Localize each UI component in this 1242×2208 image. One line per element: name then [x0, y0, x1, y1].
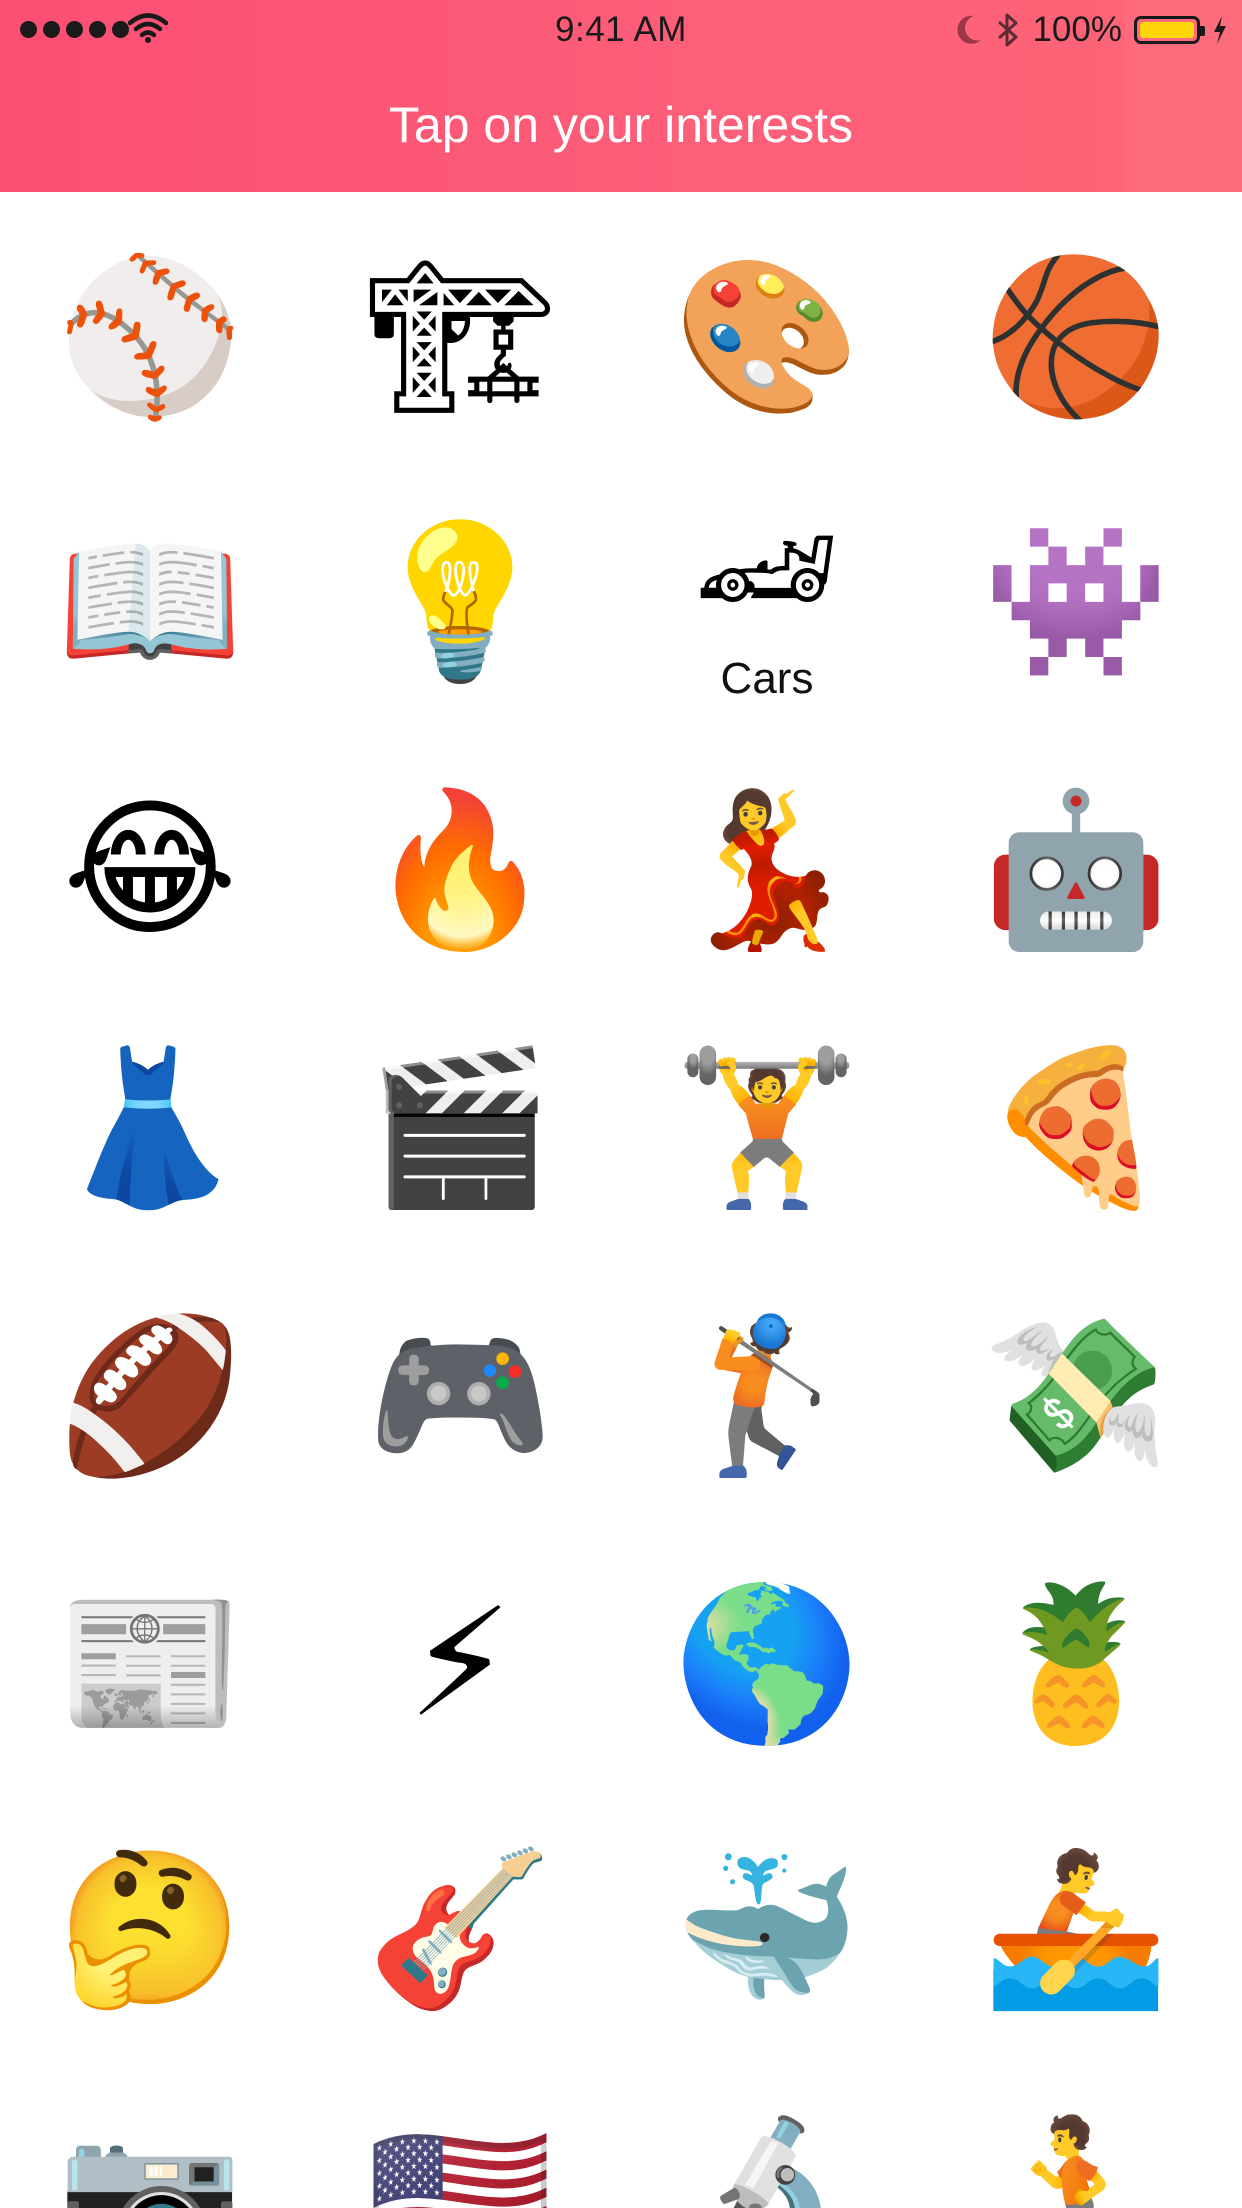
clapperboard-icon: 🎬 — [366, 1041, 554, 1215]
microscope-icon: 🔬 — [673, 2111, 861, 2208]
interest-tile[interactable]: 📰 — [40, 1554, 260, 1774]
interest-tile[interactable]: 🐳 — [657, 1819, 877, 2039]
newspaper-icon: 📰 — [56, 1577, 244, 1751]
interest-tile[interactable]: 📖 — [40, 492, 260, 712]
interest-tile[interactable]: 🏎 Cars — [657, 492, 877, 712]
interest-tile[interactable]: 🔥 — [350, 760, 570, 980]
battery-percentage: 100% — [1032, 10, 1122, 49]
golfer-icon: 🏌 — [673, 1309, 861, 1483]
interest-tile[interactable]: 💸 — [966, 1286, 1186, 1506]
interest-tile[interactable]: 🤖 — [966, 760, 1186, 980]
money-wings-icon: 💸 — [982, 1309, 1170, 1483]
football-icon: 🏈 — [56, 1309, 244, 1483]
interest-tile[interactable]: 🏈 — [40, 1286, 260, 1506]
bluetooth-icon — [998, 13, 1018, 47]
page-title: Tap on your interests — [388, 97, 854, 153]
interest-grid: ⚾ 🏗 🎨 🏀 📖 💡 🏎 Cars 👾 😂 🔥 💃 🤖 👗 🎬 🏋 🍕 🏈 🎮 🏌 💸 📰 ⚡ 🌎 🍍 🤔 🎸 🐳 🚣 📷 🇺🇸 🔬 🏃 — [0, 192, 1242, 2208]
status-bar: 9:41 AM 100% — [0, 0, 1242, 60]
moon-icon — [957, 15, 982, 44]
camera-icon: 📷 — [56, 2111, 244, 2208]
whale-icon: 🐳 — [673, 1842, 861, 2016]
interest-tile[interactable]: 👗 — [40, 1018, 260, 1238]
interest-tile[interactable]: ⚡ — [350, 1554, 570, 1774]
interest-tile[interactable]: 🏃 — [966, 2088, 1186, 2208]
art-palette-icon: 🎨 — [673, 250, 861, 424]
interest-label: Cars — [720, 654, 814, 703]
interest-tile[interactable]: 🎮 — [350, 1286, 570, 1506]
space-invader-icon: 👾 — [982, 515, 1170, 689]
interest-tile[interactable]: 📷 — [40, 2088, 260, 2208]
charging-bolt-icon — [1214, 16, 1226, 44]
interest-tile[interactable]: 🏀 — [966, 227, 1186, 447]
weightlifter-icon: 🏋 — [673, 1041, 861, 1215]
interest-tile[interactable]: ⚾ — [40, 227, 260, 447]
game-controller-icon: 🎮 — [366, 1309, 554, 1483]
header-bar: 9:41 AM 100% Tap on your interests — [0, 0, 1242, 192]
globe-americas-icon: 🌎 — [673, 1577, 861, 1751]
interest-tile[interactable]: 🏗 — [350, 227, 570, 447]
interest-tile[interactable]: 👾 — [966, 492, 1186, 712]
interest-tile[interactable]: 🏋 — [657, 1018, 877, 1238]
tears-of-joy-icon: 😂 — [62, 783, 238, 957]
baseball-icon: ⚾ — [56, 250, 244, 424]
runner-icon: 🏃 — [982, 2111, 1170, 2208]
interest-tile[interactable]: 🤔 — [40, 1819, 260, 2039]
interest-tile[interactable]: 🎬 — [350, 1018, 570, 1238]
pineapple-icon: 🍍 — [982, 1577, 1170, 1751]
interest-tile[interactable]: 🎨 — [657, 227, 877, 447]
thinking-face-icon: 🤔 — [56, 1842, 244, 2016]
basketball-icon: 🏀 — [982, 250, 1170, 424]
lightning-icon: ⚡ — [407, 1577, 513, 1751]
pizza-icon: 🍕 — [982, 1041, 1170, 1215]
interest-tile[interactable]: 🎸 — [350, 1819, 570, 2039]
open-book-icon: 📖 — [56, 515, 244, 689]
interest-tile[interactable]: 🍕 — [966, 1018, 1186, 1238]
interest-tile[interactable]: 💡 — [350, 492, 570, 712]
interest-tile[interactable]: 🏌 — [657, 1286, 877, 1506]
interest-tile[interactable]: 😂 — [40, 760, 260, 980]
robot-icon: 🤖 — [982, 783, 1170, 957]
battery-icon — [1134, 16, 1205, 44]
interest-tile[interactable]: 🍍 — [966, 1554, 1186, 1774]
dancer-icon: 💃 — [673, 783, 861, 957]
fire-icon: 🔥 — [366, 783, 554, 957]
dress-icon: 👗 — [56, 1041, 244, 1215]
rowboat-icon: 🚣 — [982, 1842, 1170, 2016]
race-car-icon: 🏎 — [694, 502, 840, 636]
interest-tile[interactable]: 🚣 — [966, 1819, 1186, 2039]
lightbulb-icon: 💡 — [366, 515, 554, 689]
interest-tile[interactable]: 🇺🇸 — [350, 2088, 570, 2208]
guitar-icon: 🎸 — [366, 1842, 554, 2016]
us-flag-icon: 🇺🇸 — [366, 2111, 554, 2208]
interest-tile[interactable]: 🌎 — [657, 1554, 877, 1774]
interest-tile[interactable]: 🔬 — [657, 2088, 877, 2208]
construction-crane-icon: 🏗 — [364, 250, 556, 424]
interest-tile[interactable]: 💃 — [657, 760, 877, 980]
